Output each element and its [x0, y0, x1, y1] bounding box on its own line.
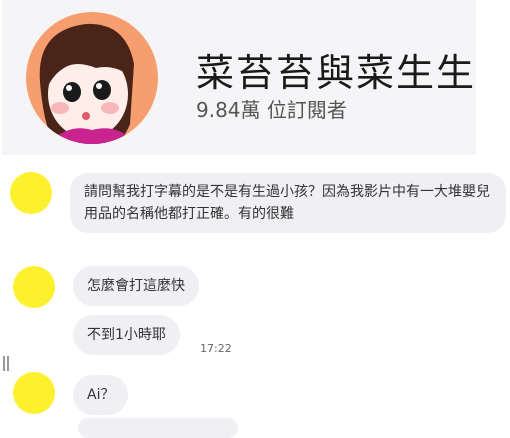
commenter-avatar[interactable]: [13, 372, 55, 414]
channel-avatar[interactable]: [26, 12, 158, 144]
chat-bubble: Ai？: [73, 375, 129, 415]
channel-name: 菜苔苔與菜生生: [196, 51, 477, 95]
pause-marker: [3, 356, 10, 371]
channel-header: 菜苔苔與菜生生 9.84萬 位訂閱者: [2, 0, 476, 155]
chat-bubble: 請問幫我打字幕的是不是有生過小孩？因為我影片中有一大堆嬰兒用品的名稱他都打正確。…: [70, 173, 506, 233]
commenter-avatar[interactable]: [13, 266, 55, 308]
subscriber-count: 9.84萬 位訂閱者: [196, 98, 347, 122]
chat-bubble: 怎麼會打這麼快: [73, 266, 199, 306]
chat-bubble: 不到1小時耶: [73, 315, 180, 355]
message-timestamp: 17:22: [200, 342, 232, 355]
commenter-avatar[interactable]: [10, 172, 52, 214]
cartoon-girl-illustration: [39, 23, 134, 144]
chat-bubble-partial: [78, 418, 238, 438]
